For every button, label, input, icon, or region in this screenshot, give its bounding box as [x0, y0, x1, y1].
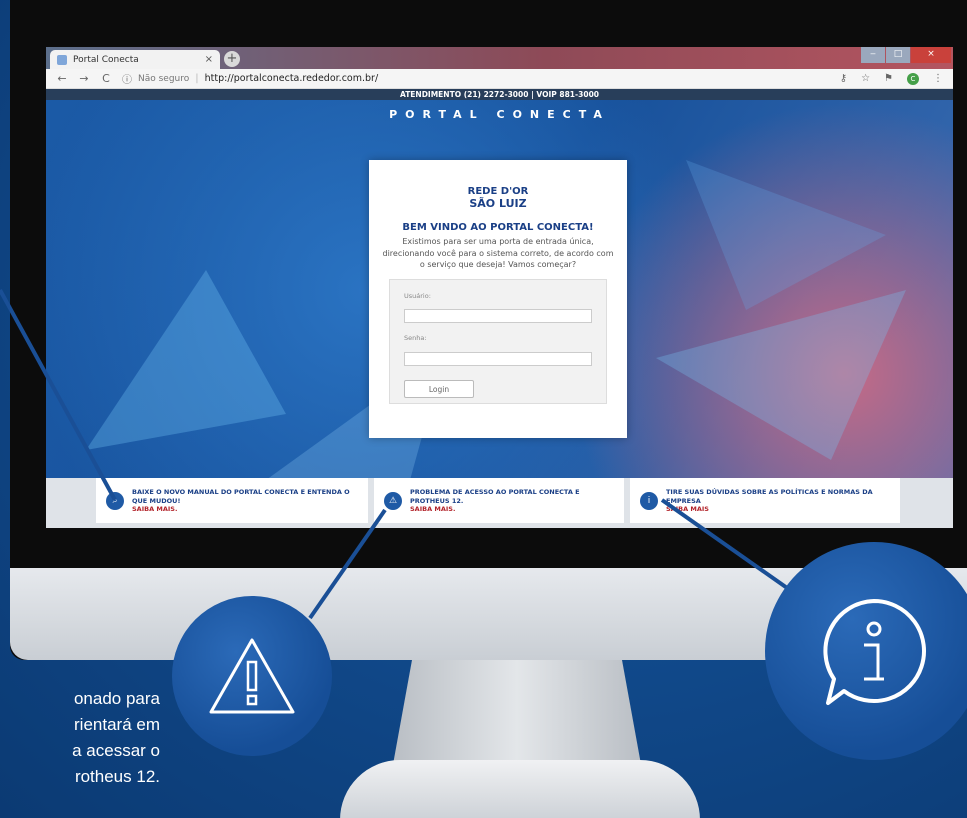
- decorative-shard: [656, 290, 906, 460]
- warning-icon: ⚠: [384, 491, 402, 510]
- password-label: Senha:: [404, 334, 427, 343]
- url-input[interactable]: ⓘ Não seguro | http://portalconecta.rede…: [122, 71, 830, 86]
- info-callout-circle: [765, 542, 967, 760]
- close-window-button[interactable]: ×: [911, 47, 951, 63]
- welcome-heading: BEM VINDO AO PORTAL CONECTA!: [402, 222, 594, 233]
- menu-kebab-icon[interactable]: ⋮: [933, 73, 943, 84]
- window-controls: ‒ □ ×: [861, 47, 951, 63]
- monitor-stand-neck: [392, 660, 642, 770]
- minimize-button[interactable]: ‒: [861, 47, 885, 63]
- info-icon: i: [640, 491, 658, 510]
- info-item-text: TIRE SUAS DÚVIDAS SOBRE AS POLÍTICAS E N…: [666, 488, 873, 505]
- back-icon[interactable]: ←: [56, 72, 68, 85]
- username-label: Usuário:: [404, 291, 431, 300]
- info-item-more-link[interactable]: SAIBA MAIS.: [132, 505, 358, 513]
- slide-text-line: rientará em: [74, 715, 160, 734]
- warning-callout-circle: [172, 596, 332, 756]
- intro-text: Existimos para ser uma porta de entrada …: [382, 237, 614, 270]
- contact-strip: ATENDIMENTO (21) 2272-3000 | VOIP 881-30…: [46, 89, 953, 100]
- browser-tab-bar: Portal Conecta × + ‒ □ ×: [46, 47, 953, 69]
- browser-actions: ⚷ ☆ ⚑ C ⋮: [840, 72, 943, 85]
- info-item-more-link[interactable]: SAIBA MAIS.: [410, 505, 614, 513]
- login-button[interactable]: Login: [404, 380, 474, 399]
- monitor-screen: Portal Conecta × + ‒ □ × ← → C ⓘ Não seg…: [46, 47, 953, 528]
- warning-triangle-icon: [209, 638, 295, 714]
- profile-avatar[interactable]: C: [907, 72, 919, 85]
- username-field[interactable]: [404, 309, 592, 324]
- tab-title: Portal Conecta: [73, 54, 139, 65]
- portal-title: PORTAL CONECTA: [389, 108, 610, 121]
- url-text: http://portalconecta.rededor.com.br/: [204, 73, 379, 84]
- new-tab-button[interactable]: +: [224, 51, 240, 67]
- logo-rede-dor: REDE D'OR: [467, 186, 529, 197]
- slide-text-line: a acessar o: [72, 741, 160, 760]
- password-field[interactable]: [404, 351, 592, 366]
- reload-icon[interactable]: C: [100, 72, 112, 85]
- hero-background: PORTAL CONECTA REDE D'OR SÃO LUIZ BEM VI…: [46, 100, 953, 480]
- decorative-shard: [86, 270, 286, 450]
- bookmark-star-icon[interactable]: ☆: [861, 73, 870, 84]
- slide-text-line: onado para: [73, 689, 160, 708]
- logo-sao-luiz: SÃO LUIZ: [469, 197, 527, 210]
- tab-close-icon[interactable]: ×: [205, 54, 213, 65]
- info-bar: ⌕ BAIXE O NOVO MANUAL DO PORTAL CONECTA …: [46, 478, 953, 528]
- url-separator: |: [195, 73, 199, 84]
- slide-text-line: rotheus 12.: [74, 767, 160, 786]
- slide-description: onado para rientará em a acessar o rothe…: [0, 686, 160, 790]
- info-circle-icon[interactable]: ⓘ: [122, 71, 132, 86]
- login-card: REDE D'OR SÃO LUIZ BEM VINDO AO PORTAL C…: [369, 160, 627, 438]
- search-icon: ⌕: [106, 491, 124, 510]
- monitor-stand-base: [340, 760, 700, 818]
- security-label: Não seguro: [138, 73, 190, 84]
- browser-tab[interactable]: Portal Conecta ×: [50, 50, 220, 69]
- forward-icon[interactable]: →: [78, 72, 90, 85]
- info-item-access-problem[interactable]: ⚠ PROBLEMA DE ACESSO AO PORTAL CONECTA E…: [374, 478, 624, 523]
- key-icon[interactable]: ⚷: [840, 73, 847, 84]
- decorative-shard: [686, 160, 886, 310]
- info-item-more-link[interactable]: SAIBA MAIS: [666, 505, 890, 513]
- login-form: Usuário: Senha: Login: [389, 278, 607, 404]
- address-bar: ← → C ⓘ Não seguro | http://portalconect…: [46, 69, 953, 89]
- flag-icon[interactable]: ⚑: [884, 73, 893, 84]
- info-item-policies[interactable]: i TIRE SUAS DÚVIDAS SOBRE AS POLÍTICAS E…: [630, 478, 900, 523]
- info-item-text: PROBLEMA DE ACESSO AO PORTAL CONECTA E P…: [410, 488, 580, 505]
- favicon-icon: [57, 54, 67, 65]
- info-bubble-icon: [823, 599, 926, 705]
- maximize-button[interactable]: □: [886, 47, 910, 63]
- info-item-manual[interactable]: ⌕ BAIXE O NOVO MANUAL DO PORTAL CONECTA …: [96, 478, 368, 523]
- info-item-text: BAIXE O NOVO MANUAL DO PORTAL CONECTA E …: [132, 488, 350, 505]
